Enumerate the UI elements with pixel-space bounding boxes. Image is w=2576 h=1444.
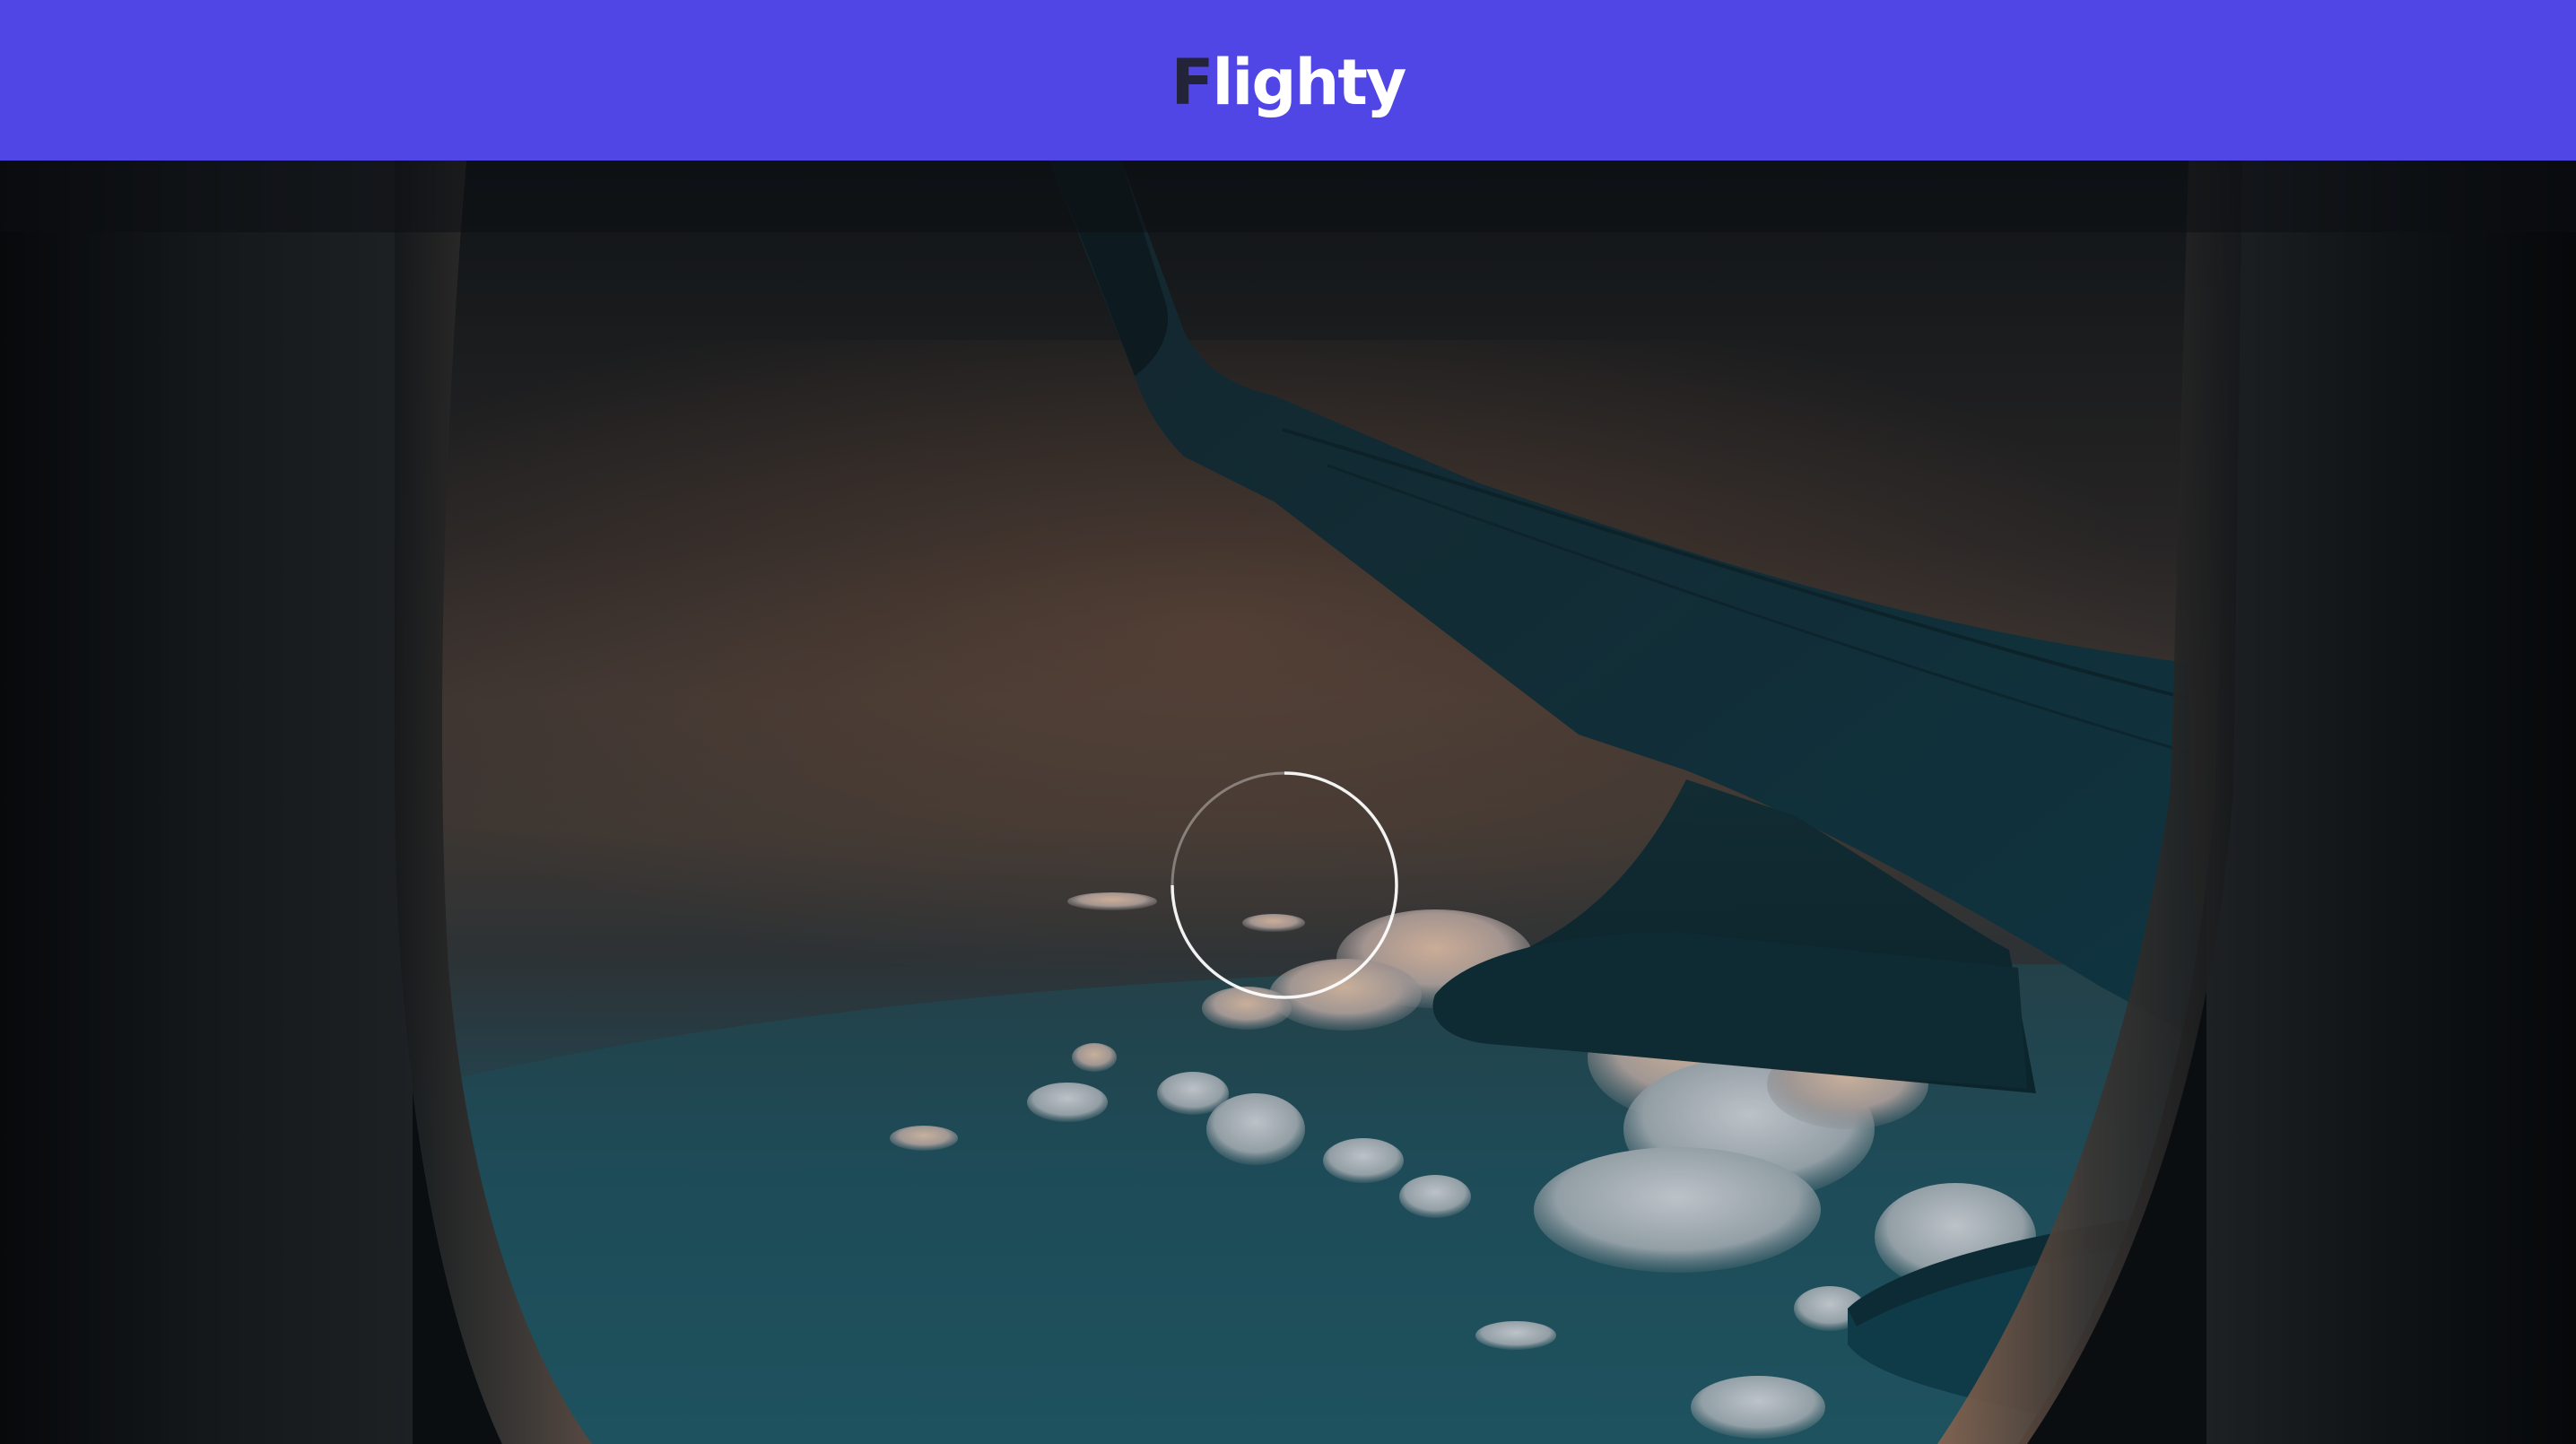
flighty-logo[interactable]: Flighty bbox=[1171, 51, 1407, 114]
hero-image bbox=[0, 161, 2576, 1444]
site-header: Flighty bbox=[0, 0, 2576, 161]
logo-first-letter: F bbox=[1171, 45, 1214, 119]
logo-wordmark: lighty bbox=[1212, 45, 1406, 119]
airplane-window-scene bbox=[0, 161, 2576, 1444]
